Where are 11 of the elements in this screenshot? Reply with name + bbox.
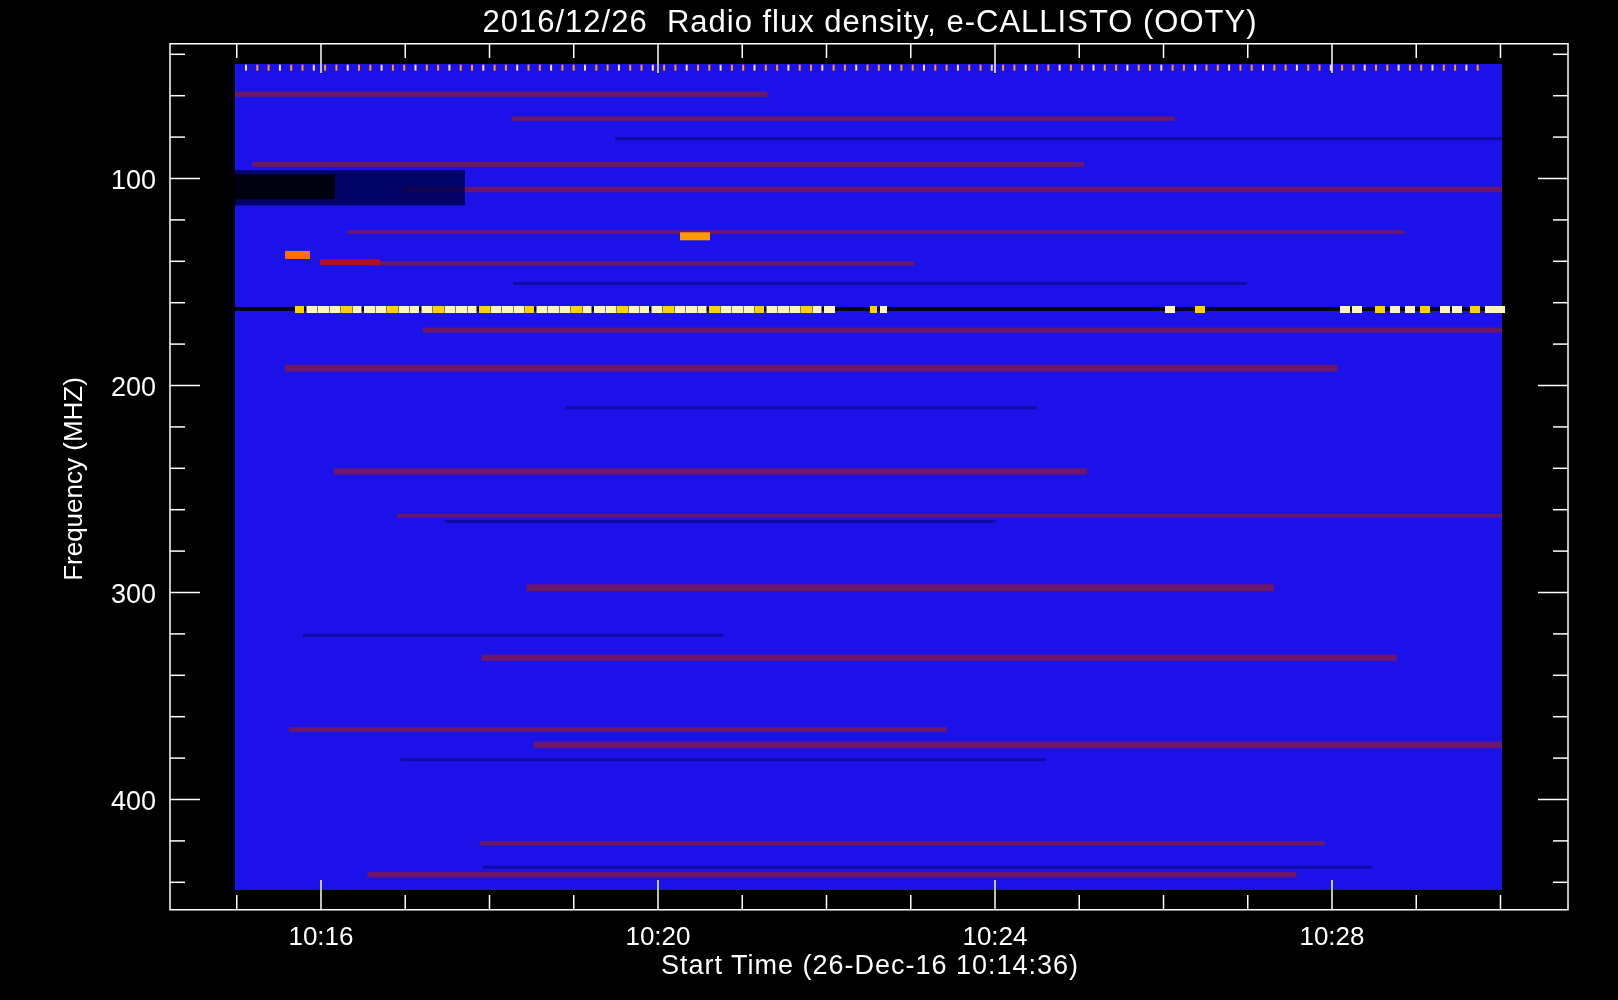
- tick-label: 10:16: [288, 921, 354, 948]
- tick-label: 200: [110, 371, 156, 402]
- chart-title: 2016/12/26 Radio flux density, e-CALLISTO (OOTY): [482, 3, 1258, 40]
- tick-label: 10:20: [625, 921, 691, 948]
- tick-label: 400: [110, 785, 156, 816]
- tick-label: 10:28: [1299, 921, 1365, 948]
- tick-label: 300: [110, 578, 156, 609]
- tick-label: 100: [110, 164, 156, 195]
- axis-title: Frequency (MHZ): [58, 377, 88, 581]
- tick-label: 10:24: [962, 921, 1028, 948]
- axis-title: Start Time (26-Dec-16 10:14:36): [660, 950, 1080, 981]
